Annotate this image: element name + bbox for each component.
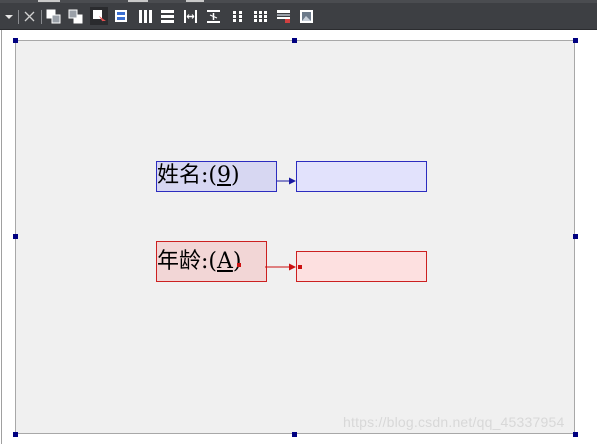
tab-order-connectors: [237, 177, 302, 271]
age-buddy-arrow: [237, 263, 302, 271]
watermark: https://blog.csdn.net/qq_45337954: [343, 414, 565, 430]
name-buddy-arrow: [277, 177, 296, 185]
form-designer-window: 姓名:(9) 年龄:(A) https://blog.csdn.net/qq_4…: [0, 0, 597, 444]
